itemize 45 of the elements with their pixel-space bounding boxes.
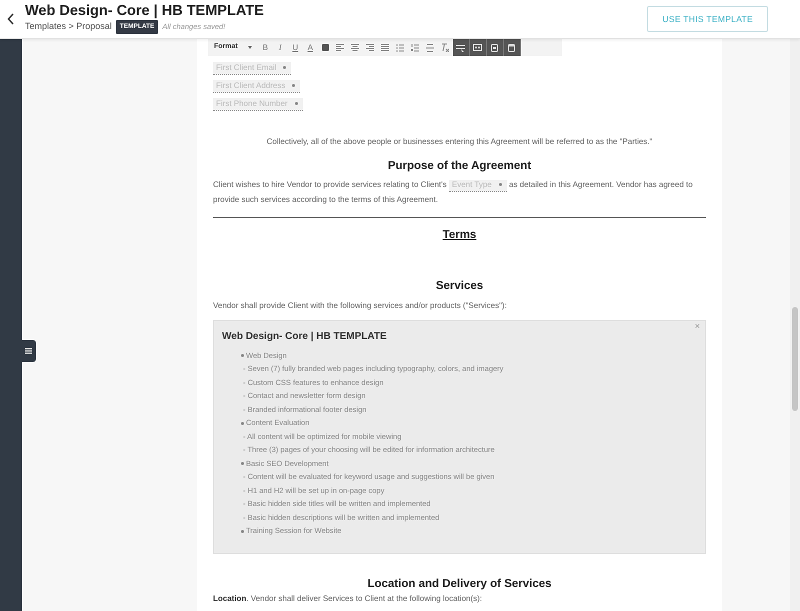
toolbar-button[interactable] xyxy=(504,39,521,56)
dot-icon xyxy=(294,102,298,105)
paragraph: Vendor shall provide Client with the following services and/or products ("Services"): xyxy=(213,300,508,312)
format-button[interactable]: I xyxy=(272,42,288,54)
section-heading: Services xyxy=(434,278,484,294)
format-button[interactable]: B xyxy=(258,42,273,54)
format-button[interactable]: A xyxy=(302,42,318,54)
document-icon xyxy=(490,44,500,52)
paragraph: Collectively, all of the above people or businesses entering this Agreement will be referred to as the "Parties." xyxy=(266,136,654,148)
window-icon xyxy=(507,44,516,52)
toolbar-button[interactable] xyxy=(470,39,487,56)
page-title: Web Design- Core | HB TEMPLATE xyxy=(25,4,264,20)
bullet-icon xyxy=(241,462,244,465)
paragraph: Location. Vendor shall deliver Services to Client at the following location(s): xyxy=(213,593,484,604)
caret-icon xyxy=(248,46,252,49)
strikethrough-icon[interactable] xyxy=(426,44,434,52)
toolbar-button[interactable] xyxy=(486,39,504,56)
use-template-button[interactable]: USE THIS TEMPLATE xyxy=(647,6,768,32)
insert-field-icon xyxy=(456,44,466,52)
align-left-icon[interactable] xyxy=(336,44,344,51)
dot-icon xyxy=(283,66,286,69)
toolbar-button[interactable] xyxy=(452,39,470,56)
dot-icon xyxy=(498,183,502,186)
section-heading: Purpose of the Agreement xyxy=(386,159,532,174)
color-swatch-icon[interactable] xyxy=(322,44,329,51)
breadcrumb[interactable]: Templates > Proposal xyxy=(25,20,112,34)
align-right-icon[interactable] xyxy=(366,44,374,51)
section-heading: Location and Delivery of Services xyxy=(366,576,553,592)
sidebar-toggle[interactable] xyxy=(20,340,36,362)
format-button[interactable]: U xyxy=(288,42,303,54)
bullet-icon xyxy=(241,354,244,357)
justify-icon[interactable] xyxy=(381,44,390,51)
bullet-list-icon[interactable] xyxy=(396,44,404,52)
scrollbar-thumb[interactable] xyxy=(792,307,798,411)
image-icon xyxy=(473,44,482,52)
bullet-icon xyxy=(241,530,244,532)
package-title: Web Design- Core | HB TEMPLATE xyxy=(222,330,388,344)
menu-icon xyxy=(24,348,32,354)
clear-format-icon[interactable] xyxy=(441,43,450,52)
dot-icon xyxy=(292,84,296,87)
align-center-icon[interactable] xyxy=(351,44,360,51)
bullet-icon xyxy=(241,422,244,424)
numbered-list-icon[interactable] xyxy=(411,44,420,52)
section-heading: Terms xyxy=(442,228,476,244)
close-button[interactable]: × xyxy=(694,322,700,331)
